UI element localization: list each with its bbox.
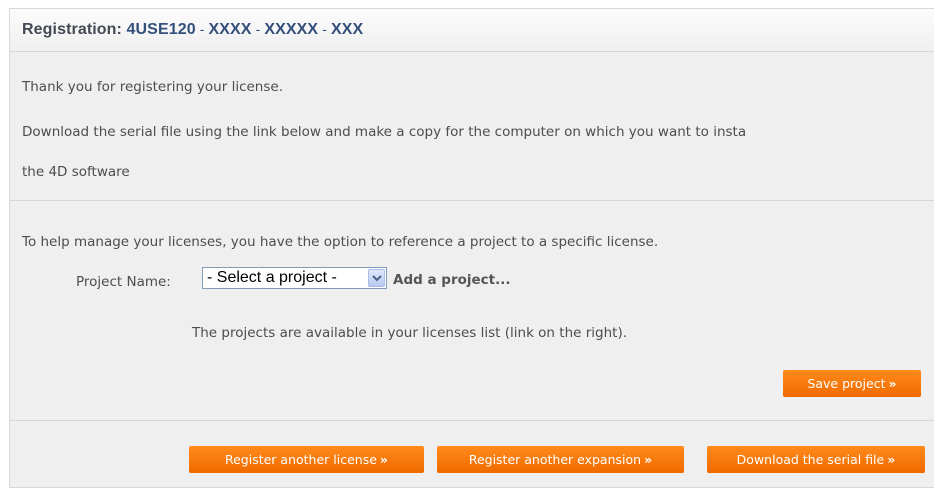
project-select-value: - Select a project - <box>207 269 337 286</box>
save-project-label: Save project <box>807 376 886 391</box>
panel-header: Registration: 4USE120 - XXXX - XXXXX - X… <box>10 9 934 52</box>
register-expansion-label: Register another expansion <box>468 452 642 467</box>
chevron-down-icon[interactable] <box>368 269 385 287</box>
project-select[interactable]: - Select a project - <box>202 267 387 289</box>
double-arrow-icon: » <box>888 376 897 391</box>
title-separator: - <box>318 21 331 37</box>
register-license-label: Register another license <box>224 452 377 467</box>
serial-part-1: XXXX <box>208 21 252 38</box>
title-label: Registration: <box>22 21 122 38</box>
project-name-label: Project Name: <box>76 274 171 290</box>
double-arrow-icon: » <box>644 452 653 467</box>
serial-part-2: XXXXX <box>264 21 319 38</box>
divider <box>10 420 934 421</box>
title-separator: - <box>195 21 209 37</box>
thank-you-text: Thank you for registering your license. <box>22 79 283 95</box>
serial-part-3: XXX <box>330 21 364 38</box>
page-title: Registration: 4USE120 - XXXX - XXXXX - X… <box>22 21 363 39</box>
product-code: 4USE120 <box>126 21 196 38</box>
projects-note-text: The projects are available in your licen… <box>192 325 628 341</box>
double-arrow-icon: » <box>379 452 388 467</box>
save-project-button[interactable]: Save project» <box>783 370 921 397</box>
add-project-link[interactable]: Add a project... <box>393 272 511 288</box>
title-separator: - <box>251 21 265 37</box>
download-serial-file-button[interactable]: Download the serial file» <box>707 446 925 473</box>
download-instructions-text-cont: the 4D software <box>22 164 130 180</box>
register-another-license-button[interactable]: Register another license» <box>189 446 424 473</box>
double-arrow-icon: » <box>887 452 896 467</box>
register-another-expansion-button[interactable]: Register another expansion» <box>437 446 684 473</box>
project-intro-text: To help manage your licenses, you have t… <box>22 234 659 250</box>
divider <box>10 200 934 201</box>
download-instructions-text: Download the serial file using the link … <box>22 124 747 140</box>
registration-panel: Registration: 4USE120 - XXXX - XXXXX - X… <box>9 8 934 488</box>
download-serial-label: Download the serial file <box>736 452 885 467</box>
